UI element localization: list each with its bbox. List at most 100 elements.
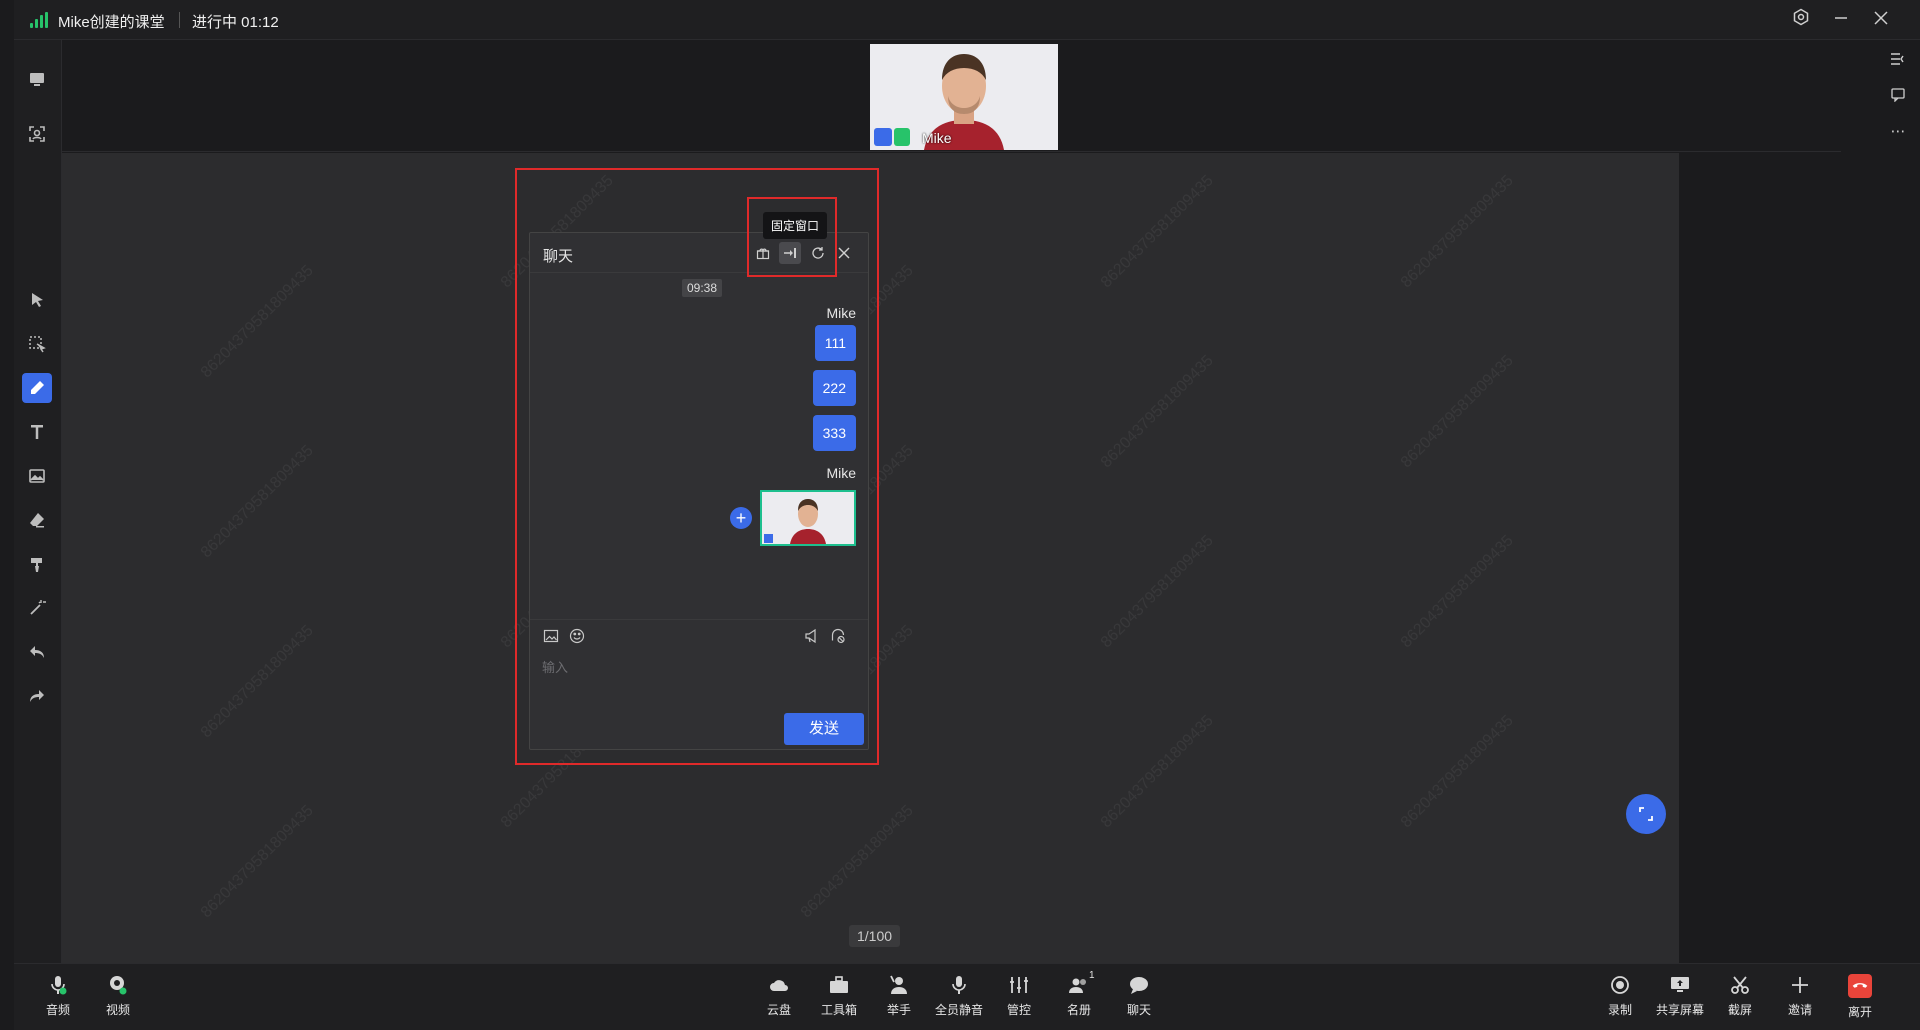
fullscreen-button[interactable] bbox=[1626, 794, 1666, 834]
message-bubble[interactable]: 111 bbox=[814, 325, 856, 361]
message-bubble[interactable]: 333 bbox=[812, 415, 856, 451]
right-rail: ⋯ bbox=[1841, 40, 1920, 963]
record-button[interactable]: 录制 bbox=[1590, 974, 1650, 1024]
cloud-icon bbox=[770, 980, 788, 991]
redo-icon[interactable] bbox=[22, 681, 52, 711]
send-button[interactable]: 发送 bbox=[784, 713, 864, 745]
collapse-list-icon[interactable] bbox=[1888, 51, 1908, 71]
close-window-icon[interactable] bbox=[1869, 8, 1893, 32]
mute-chat-icon[interactable] bbox=[830, 628, 848, 646]
leave-label: 离开 bbox=[1847, 1005, 1872, 1019]
paint-brush-icon[interactable] bbox=[22, 549, 52, 579]
audio-label: 音频 bbox=[45, 1003, 70, 1017]
mute-all-button[interactable]: 全员静音 bbox=[929, 974, 989, 1024]
message-sender: Mike bbox=[826, 305, 856, 321]
screenshot-button[interactable]: 截屏 bbox=[1710, 974, 1770, 1024]
watermark: 86204379581809435 bbox=[197, 802, 317, 922]
raise-hand-label: 举手 bbox=[886, 1003, 911, 1017]
sliders-icon bbox=[1010, 977, 1028, 993]
emoji-icon[interactable] bbox=[569, 628, 587, 646]
invite-button[interactable]: 邀请 bbox=[1770, 974, 1830, 1024]
audio-button[interactable]: 音频 bbox=[28, 974, 88, 1024]
add-image-icon[interactable]: + bbox=[730, 507, 752, 529]
share-screen-button[interactable]: 共享屏幕 bbox=[1650, 974, 1710, 1024]
mic-active-icon bbox=[894, 128, 910, 146]
chat-bubble-icon[interactable] bbox=[1888, 86, 1908, 106]
face-focus-icon[interactable] bbox=[22, 119, 52, 149]
announcement-icon[interactable] bbox=[804, 628, 822, 646]
chat-window: 聊天 09:38 Mike 111 222 333 Mike + 输入 发送 bbox=[529, 232, 869, 750]
cloud-drive-label: 云盘 bbox=[766, 1003, 791, 1017]
toolbox-label: 工具箱 bbox=[820, 1003, 857, 1017]
watermark: 86204379581809435 bbox=[197, 442, 317, 562]
chat-title: 聊天 bbox=[543, 248, 574, 265]
gift-icon[interactable] bbox=[752, 242, 774, 264]
chat-header: 聊天 bbox=[530, 233, 868, 273]
leave-button[interactable]: 离开 bbox=[1830, 974, 1890, 1024]
text-tool-icon[interactable] bbox=[22, 417, 52, 447]
more-icon[interactable]: ⋯ bbox=[1888, 122, 1908, 142]
message-time: 09:38 bbox=[682, 279, 723, 297]
title-divider bbox=[179, 12, 180, 28]
video-label: 视频 bbox=[105, 1003, 130, 1017]
watermark: 86204379581809435 bbox=[1097, 352, 1217, 472]
record-label: 录制 bbox=[1607, 1003, 1632, 1017]
chat-label: 聊天 bbox=[1126, 1003, 1151, 1017]
participant-video-tile[interactable]: Mike bbox=[870, 44, 1058, 150]
image-thumbnail bbox=[762, 492, 854, 544]
manage-label: 管控 bbox=[1006, 1003, 1031, 1017]
cloud-drive-button[interactable]: 云盘 bbox=[749, 974, 809, 1024]
watermark: 86204379581809435 bbox=[1097, 532, 1217, 652]
roster-icon bbox=[1069, 978, 1086, 993]
screenshot-label: 截屏 bbox=[1727, 1003, 1752, 1017]
watermark: 86204379581809435 bbox=[1397, 172, 1517, 292]
toolbox-icon bbox=[830, 976, 848, 993]
undo-icon[interactable] bbox=[22, 637, 52, 667]
select-tool-icon[interactable] bbox=[22, 329, 52, 359]
camera-icon bbox=[110, 976, 127, 995]
bottom-toolbar: 音频 视频 云盘 工具箱 举手 全员静音 管控 1 名册 聊天 录制 共享屏幕 bbox=[14, 963, 1920, 1030]
roster-button[interactable]: 1 名册 bbox=[1049, 970, 1109, 1024]
pen-tool-icon[interactable] bbox=[22, 373, 52, 403]
close-chat-icon[interactable] bbox=[833, 242, 855, 264]
image-upload-icon[interactable] bbox=[543, 628, 561, 646]
mic-icon bbox=[51, 976, 67, 995]
left-sidebar bbox=[14, 40, 62, 963]
eraser-tool-icon[interactable] bbox=[22, 505, 52, 535]
chat-button[interactable]: 聊天 bbox=[1109, 974, 1169, 1024]
user-role-icon bbox=[874, 128, 892, 146]
pointer-tool-icon[interactable] bbox=[22, 285, 52, 315]
manage-button[interactable]: 管控 bbox=[989, 974, 1049, 1024]
screenshot-icon bbox=[1731, 976, 1749, 994]
message-bubble[interactable]: 222 bbox=[812, 370, 856, 406]
mute-all-label: 全员静音 bbox=[934, 1003, 983, 1017]
watermark: 86204379581809435 bbox=[1097, 712, 1217, 832]
message-sender: Mike bbox=[826, 465, 856, 481]
image-tool-icon[interactable] bbox=[22, 461, 52, 491]
chat-input[interactable]: 输入 bbox=[542, 657, 568, 676]
roster-count-badge: 1 bbox=[1089, 970, 1095, 981]
title-bar: Mike创建的课堂 进行中 01:12 bbox=[14, 0, 1920, 40]
watermark: 86204379581809435 bbox=[197, 262, 317, 382]
watermark: 86204379581809435 bbox=[797, 802, 917, 922]
layout-icon[interactable] bbox=[22, 64, 52, 94]
class-status: 进行中 01:12 bbox=[192, 14, 279, 31]
refresh-icon[interactable] bbox=[807, 242, 829, 264]
minimize-icon[interactable] bbox=[1829, 8, 1853, 32]
magic-wand-icon[interactable] bbox=[22, 593, 52, 623]
chat-icon bbox=[1130, 977, 1148, 994]
watermark: 86204379581809435 bbox=[1397, 352, 1517, 472]
invite-label: 邀请 bbox=[1787, 1003, 1812, 1017]
settings-icon[interactable] bbox=[1789, 8, 1813, 32]
expand-icon bbox=[1639, 807, 1653, 821]
video-button[interactable]: 视频 bbox=[88, 974, 148, 1024]
raise-hand-button[interactable]: 举手 bbox=[869, 974, 929, 1024]
toolbox-button[interactable]: 工具箱 bbox=[809, 974, 869, 1024]
image-message[interactable] bbox=[760, 490, 856, 546]
hangup-icon bbox=[1848, 974, 1872, 998]
whiteboard-canvas[interactable]: 86204379581809435 86204379581809435 8620… bbox=[62, 153, 1679, 963]
mute-all-icon bbox=[952, 976, 966, 994]
participant-name: Mike bbox=[922, 130, 952, 146]
pin-window-icon[interactable] bbox=[779, 242, 801, 264]
chat-toolbar bbox=[530, 619, 868, 649]
